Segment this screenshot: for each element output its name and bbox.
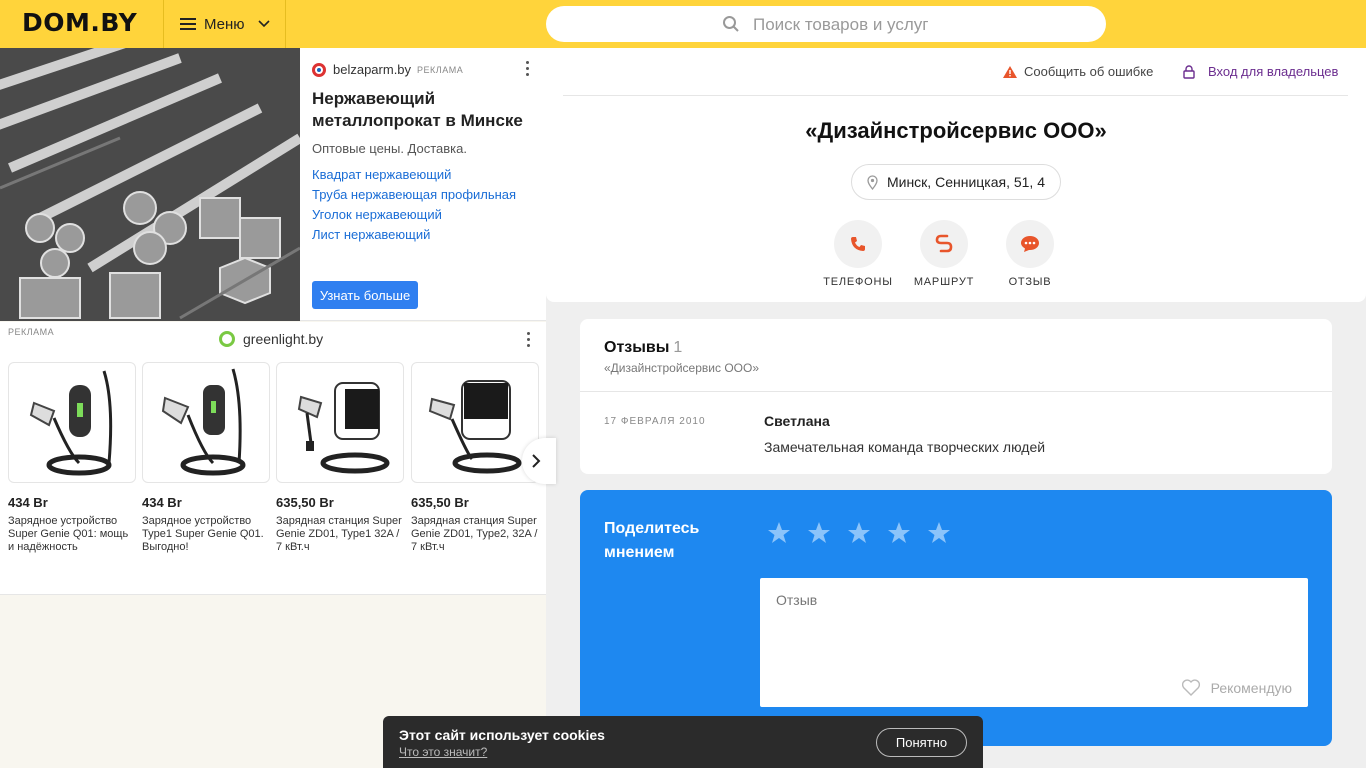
- ad-label: РЕКЛАМА: [417, 64, 464, 75]
- ad-description: Оптовые цены. Доставка.: [312, 141, 467, 156]
- star-icon[interactable]: [847, 521, 871, 545]
- ad-link[interactable]: Уголок нержавеющий: [312, 205, 516, 225]
- review-date: 17 ФЕВРАЛЯ 2010: [604, 416, 706, 427]
- product-name: Зарядное устройство Type1 Super Genie Q0…: [142, 515, 264, 553]
- cookie-info-link[interactable]: Что это значит?: [399, 745, 487, 759]
- review-textarea[interactable]: Отзыв Рекомендую: [760, 578, 1308, 707]
- company-card: Сообщить об ошибке Вход для владельцев «…: [546, 48, 1366, 302]
- review-label: ОТЗЫВ: [1008, 276, 1052, 288]
- top-bar: DOM.BY Меню Поиск товаров и услуг: [0, 0, 1366, 48]
- lock-icon: [1183, 64, 1195, 79]
- route-icon: [935, 234, 953, 253]
- star-icon[interactable]: [767, 521, 791, 545]
- star-icon[interactable]: [887, 521, 911, 545]
- ad-product-card[interactable]: 635,50 Br Зарядная станция Super Genie Z…: [411, 362, 539, 554]
- ad-source-domain: belzaparm.by: [333, 62, 412, 77]
- report-error-link[interactable]: Сообщить об ошибке: [1003, 64, 1153, 79]
- ad-links: Квадрат нержавеющий Труба нержавеющая пр…: [312, 165, 516, 245]
- product-price: 434 Br: [142, 495, 182, 510]
- review-action[interactable]: ОТЗЫВ: [985, 220, 1075, 288]
- chevron-right-icon: [532, 454, 541, 468]
- ad-cta-button[interactable]: Узнать больше: [312, 281, 418, 309]
- chevron-down-icon: [257, 20, 270, 28]
- ad-source-logo-icon: [312, 62, 326, 77]
- hamburger-icon: [180, 18, 196, 30]
- search-icon: [723, 16, 739, 32]
- ad-metal-photo: [0, 48, 300, 321]
- ad-product-card[interactable]: 635,50 Br Зарядная станция Super Genie Z…: [276, 362, 404, 554]
- phones-button[interactable]: [834, 220, 882, 268]
- review-author: Светлана: [764, 413, 830, 429]
- charging-station-image: [276, 362, 404, 483]
- reviews-count: 1: [673, 339, 683, 356]
- review-button[interactable]: [1006, 220, 1054, 268]
- reviews-section: Отзывы 1 «Дизайнстройсервис ООО» 17 ФЕВРА…: [580, 319, 1332, 474]
- site-logo[interactable]: DOM.BY: [22, 8, 137, 37]
- charging-station-image: [411, 362, 539, 483]
- charger-image: [142, 362, 270, 483]
- ad-product-card[interactable]: 434 Br Зарядное устройство Type1 Super G…: [142, 362, 270, 554]
- warning-icon: [1003, 65, 1017, 78]
- ad-link[interactable]: Лист нержавеющий: [312, 225, 516, 245]
- phone-icon: [851, 237, 865, 251]
- menu-label: Меню: [204, 15, 245, 33]
- chat-bubble-icon: [1021, 236, 1039, 252]
- ad-greenlight: РЕКЛАМА greenlight.by 434 Br Зарядное ус…: [0, 322, 556, 595]
- star-icon[interactable]: [807, 521, 831, 545]
- reviews-heading-text: Отзывы: [604, 339, 670, 356]
- review-textarea-placeholder: Отзыв: [776, 592, 818, 608]
- product-price: 635,50 Br: [411, 495, 469, 510]
- company-title: «Дизайнстройсервис ООО»: [805, 118, 1107, 143]
- ad-link[interactable]: Квадрат нержавеющий: [312, 165, 516, 185]
- share-opinion-section: Поделитесь мнением Отзыв Рекомендую: [580, 490, 1332, 746]
- charger-image: [8, 362, 136, 483]
- ad-label: РЕКЛАМА: [8, 327, 55, 337]
- ads-column: belzaparm.by РЕКЛАМА Нержавеющий металло…: [0, 48, 556, 768]
- address-chip[interactable]: Минск, Сенницкая, 51, 4: [851, 164, 1061, 200]
- heart-icon: [1181, 679, 1200, 696]
- address-text: Минск, Сенницкая, 51, 4: [886, 174, 1046, 190]
- divider: [563, 95, 1348, 96]
- product-name: Зарядное устройство Super Genie Q01: мощ…: [8, 515, 129, 553]
- search-placeholder: Поиск товаров и услуг: [753, 15, 929, 34]
- cookie-accept-button[interactable]: Понятно: [876, 728, 967, 757]
- review-text: Замечательная команда творческих людей: [764, 439, 1046, 455]
- map-pin-icon: [867, 174, 878, 190]
- recommend-label: Рекомендую: [1210, 680, 1292, 696]
- ad-link[interactable]: Труба нержавеющая профильная: [312, 185, 516, 205]
- cookie-banner: Этот сайт использует cookies Что это зна…: [383, 716, 983, 768]
- ad-source: belzaparm.by РЕКЛАМА: [312, 62, 463, 77]
- product-name: Зарядная станция Super Genie ZD01, Type1…: [276, 515, 402, 553]
- divider: [580, 391, 1332, 392]
- star-icon[interactable]: [927, 521, 951, 545]
- ad-more-menu-icon[interactable]: [527, 332, 531, 348]
- ad-title[interactable]: Нержавеющий металлопрокат в Минске: [312, 88, 537, 132]
- ad-product-card[interactable]: 434 Br Зарядное устройство Super Genie Q…: [8, 362, 136, 554]
- share-heading: Поделитесь мнением: [604, 520, 700, 561]
- search-input[interactable]: Поиск товаров и услуг: [546, 6, 1106, 42]
- reviews-heading: Отзывы 1: [604, 339, 682, 357]
- report-error-label: Сообщить об ошибке: [1024, 64, 1154, 79]
- phones-label: ТЕЛЕФОНЫ: [823, 276, 893, 288]
- product-name: Зарядная станция Super Genie ZD01, Type2…: [411, 515, 538, 553]
- owners-login-link[interactable]: Вход для владельцев: [1183, 64, 1338, 79]
- phones-action[interactable]: ТЕЛЕФОНЫ: [813, 220, 903, 288]
- route-label: МАРШРУТ: [913, 276, 975, 288]
- owners-login-label: Вход для владельцев: [1208, 64, 1339, 79]
- greenlight-logo-icon: [219, 331, 235, 347]
- product-price: 434 Br: [8, 495, 48, 510]
- menu-button[interactable]: Меню: [163, 0, 286, 48]
- cookie-title: Этот сайт использует cookies: [399, 727, 605, 743]
- recommend-toggle[interactable]: Рекомендую: [1181, 679, 1292, 697]
- route-action[interactable]: МАРШРУТ: [899, 220, 989, 288]
- ad-brand-name: greenlight.by: [243, 331, 324, 347]
- rating-stars: [767, 521, 967, 545]
- ad-more-menu-icon[interactable]: [526, 61, 530, 77]
- product-price: 635,50 Br: [276, 495, 334, 510]
- route-button[interactable]: [920, 220, 968, 268]
- reviews-subtitle: «Дизайнстройсервис ООО»: [604, 361, 759, 375]
- ad-belzaparm[interactable]: belzaparm.by РЕКЛАМА Нержавеющий металло…: [0, 48, 546, 321]
- ad-brand[interactable]: greenlight.by: [219, 331, 323, 347]
